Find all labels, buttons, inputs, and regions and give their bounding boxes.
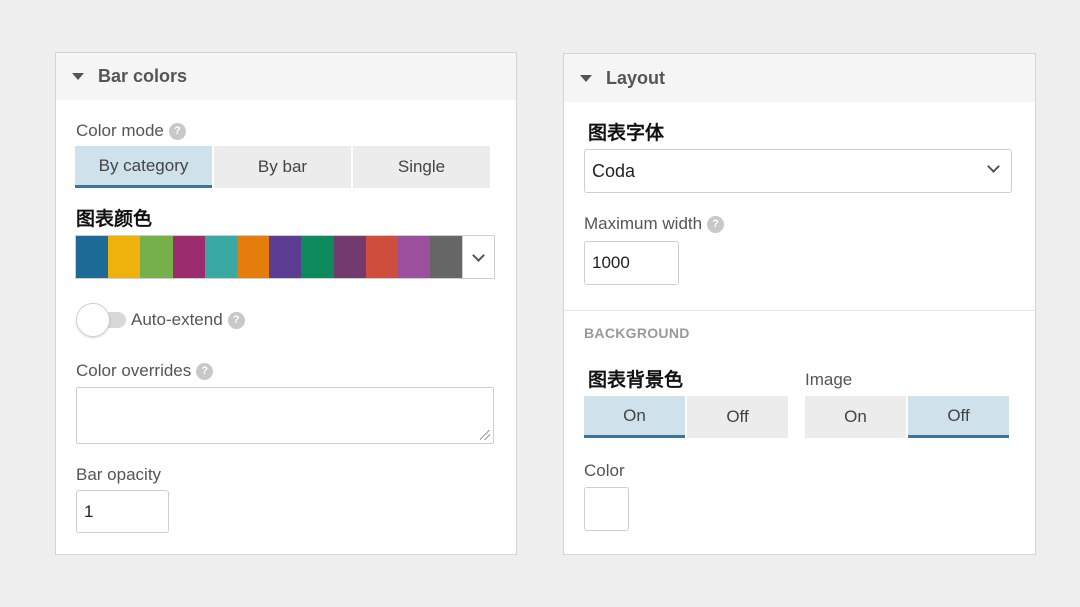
image-off[interactable]: Off (908, 396, 1009, 438)
palette-swatch (140, 236, 173, 278)
palette-swatch (269, 236, 302, 278)
image-segmented: On Off (805, 396, 1011, 438)
help-icon[interactable]: ? (227, 311, 245, 329)
palette-label: 图表颜色 (76, 208, 153, 230)
color-overrides-label: Color overrides (76, 361, 192, 380)
color-mode-by-category[interactable]: By category (75, 146, 212, 188)
color-label: Color (584, 461, 625, 480)
bar-colors-title: Bar colors (98, 66, 188, 86)
collapse-caret-icon[interactable] (580, 74, 592, 82)
color-mode-label-row: Color mode ? (76, 119, 186, 143)
palette-swatch (108, 236, 141, 278)
collapse-caret-icon[interactable] (72, 73, 84, 80)
bar-colors-header[interactable]: Bar colors (56, 53, 516, 100)
background-section-heading: BACKGROUND (584, 325, 690, 341)
palette-swatch (397, 236, 431, 278)
layout-title: Layout (606, 67, 666, 88)
palette-dropdown-button[interactable] (462, 236, 494, 278)
chevron-down-icon (472, 248, 485, 262)
color-overrides-label-row: Color overrides ? (76, 359, 214, 383)
resize-grip-icon[interactable] (480, 430, 490, 440)
section-divider (564, 310, 1035, 311)
palette-swatch (204, 236, 237, 278)
chevron-down-icon (987, 160, 1000, 173)
palette-swatch (236, 236, 270, 278)
bar-colors-panel: Bar colors Color mode ? By category By b… (55, 52, 517, 555)
font-select-value: Coda (592, 160, 636, 181)
layout-panel: Layout 图表字体 Coda Maximum width ? 1000 BA… (563, 53, 1036, 555)
palette-swatch (333, 236, 366, 278)
font-select[interactable]: Coda (584, 149, 1012, 193)
image-on[interactable]: On (805, 396, 906, 438)
color-overrides-textarea[interactable] (76, 387, 494, 444)
color-mode-single[interactable]: Single (353, 146, 490, 188)
bg-color-on[interactable]: On (584, 396, 685, 438)
help-icon[interactable]: ? (707, 215, 725, 233)
help-icon[interactable]: ? (196, 362, 214, 380)
bar-opacity-label: Bar opacity (76, 465, 162, 484)
palette-swatch (301, 236, 334, 278)
bar-opacity-input[interactable]: 1 (76, 490, 169, 533)
color-palette-picker[interactable] (75, 235, 495, 279)
color-mode-label: Color mode (76, 121, 164, 140)
color-mode-segmented: By category By bar Single (75, 146, 492, 188)
color-mode-by-bar[interactable]: By bar (214, 146, 351, 188)
bg-color-segmented: On Off (584, 396, 790, 438)
font-label: 图表字体 (588, 122, 665, 144)
palette-swatch (365, 236, 398, 278)
image-label: Image (805, 370, 853, 389)
max-width-label: Maximum width (584, 214, 703, 233)
bg-color-off[interactable]: Off (687, 396, 788, 438)
toggle-knob (76, 303, 110, 337)
help-icon[interactable]: ? (168, 122, 186, 140)
auto-extend-label-row: Auto-extend ? (131, 308, 245, 332)
layout-header[interactable]: Layout (564, 54, 1035, 102)
auto-extend-label: Auto-extend (131, 310, 223, 329)
palette-swatch (76, 236, 109, 278)
auto-extend-toggle[interactable] (76, 303, 126, 337)
palette-swatches (76, 236, 463, 278)
background-color-swatch[interactable] (584, 487, 629, 531)
palette-swatch (430, 236, 463, 278)
palette-swatch (172, 236, 205, 278)
max-width-input[interactable]: 1000 (584, 241, 679, 285)
bg-color-label: 图表背景色 (588, 369, 684, 391)
max-width-label-row: Maximum width ? (584, 212, 725, 236)
